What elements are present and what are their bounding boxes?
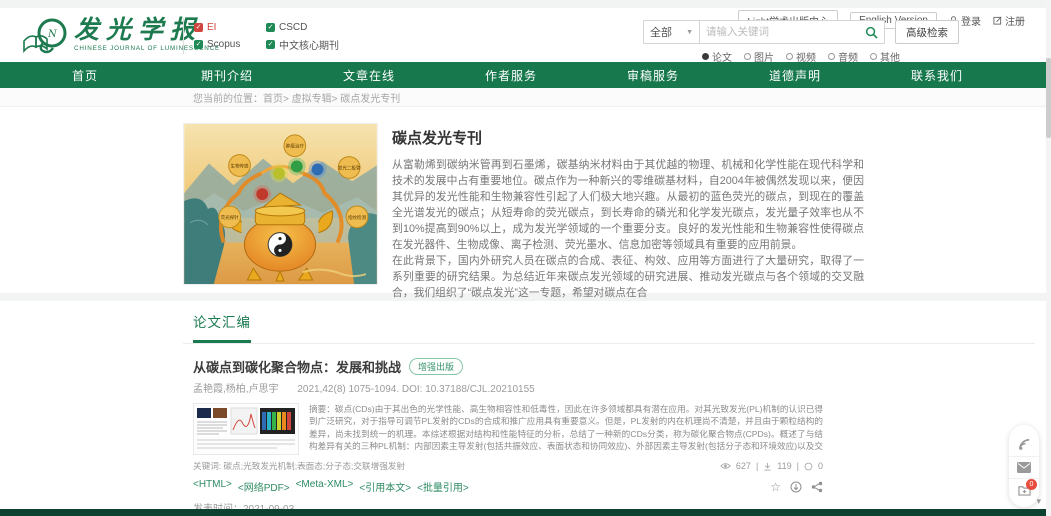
article-thumbnail[interactable] [193,403,299,455]
badge-cscd[interactable]: ✓CSCD [266,19,339,36]
header-divider [183,18,184,54]
link-meta-xml[interactable]: <Meta-XML> [296,479,354,494]
chevron-down-icon: ▼ [686,29,693,36]
illustration-label-fluorescent-probe: 荧光探针 [221,214,240,221]
article-actions: ☆ [770,481,823,493]
badge-scopus[interactable]: ✓Scopus [194,36,252,53]
rss-icon [1018,438,1031,451]
nav-contact-us[interactable]: 联系我们 [866,62,1008,88]
radio-dot-icon [870,53,877,60]
special-issue-title: 碳点发光专刊 [392,127,864,148]
radio-dot-icon [786,53,793,60]
collection-count-badge: 0 [1026,479,1037,490]
radio-dot-icon [828,53,835,60]
breadcrumb: 您当前的位置： 首页> 虚拟专辑> 碳点发光专刊 [0,88,1051,107]
nav-articles-online[interactable]: 文章在线 [298,62,440,88]
search-icon[interactable] [865,26,878,39]
breadcrumb-path[interactable]: 首页> 虚拟专辑> 碳点发光专刊 [263,90,400,105]
article-item: 从碳点到碳化聚合物点：发展和挑战 增强出版 孟艳霞,杨柏,卢思宇 2021,42… [193,357,823,515]
footer-top-strip [0,509,1051,516]
article-stats: 627 | 119 | 0 [720,461,823,471]
link-batch-cite[interactable]: <批量引用> [417,479,469,494]
header: Light学术出版中心 English Version 登录 注册 N 发光学报 [0,8,1051,62]
article-meta: 孟艳霞,杨柏,卢思宇 2021,42(8) 1075-1094. DOI: 10… [193,380,823,395]
downloads-count: 119 [777,461,791,471]
enhanced-publication-badge: 增强出版 [409,358,463,375]
collection-button[interactable]: 0 [1009,478,1039,501]
link-cite-this[interactable]: <引用本文> [359,479,411,494]
nav-ethics-statement[interactable]: 道德声明 [724,62,866,88]
share-icon[interactable] [811,481,823,493]
illustration-label-tumor-therapy: 肿瘤治疗 [286,143,305,150]
illustration-label-biosensing: 生物传感 [230,162,249,169]
checkbox-green-icon: ✓ [194,40,203,49]
article-pub-info: 2021,42(8) 1075-1094. DOI: 10.37188/CJL.… [297,384,534,395]
nav-author-services[interactable]: 作者服务 [440,62,582,88]
article-keywords: 关键词: 碳点;光致发光机制;表面态;分子态;交联增强发射 [193,460,405,472]
link-html[interactable]: <HTML> [193,479,232,494]
article-links: <HTML> <网络PDF> <Meta-XML> <引用本文> <批量引用> [193,479,469,494]
svg-text:N: N [47,29,58,40]
checkbox-green-icon: ✓ [266,23,275,32]
article-abstract: 摘要：碳点(CDs)由于其出色的光学性能、高生物相容性和低毒性，因此在许多领域都… [309,403,823,453]
nav-journal-intro[interactable]: 期刊介绍 [156,62,298,88]
paper-compilation-section: 论文汇编 从碳点到碳化聚合物点：发展和挑战 增强出版 孟艳霞,杨柏,卢思宇 20… [0,301,1051,516]
breadcrumb-label: 您当前的位置： [193,90,263,105]
views-count: 627 [736,461,751,471]
section-tabs: 论文汇编 [183,311,1035,344]
special-issue-paragraph-2: 在此背景下，国内外研究人员在碳点的合成、表征、构效、应用等方面进行了大量研究，取… [392,253,864,301]
illustration-label-led: 发光二极管 [338,164,361,171]
special-issue-text: 碳点发光专刊 从富勒烯到碳纳米管再到石墨烯，碳基纳米材料由于其优越的物理、机械和… [392,127,864,329]
download-circle-icon[interactable] [790,481,802,493]
nav-home[interactable]: 首页 [14,62,156,88]
special-issue-cover-image: 肿瘤治疗 生物传感 发光二极管 荧光探针 指纹检测 [183,123,378,285]
special-issue-paragraph-1: 从富勒烯到碳纳米管再到石墨烯，碳基纳米材料由于其优越的物理、机械和化学性能在现代… [392,157,864,253]
search-box [699,20,885,44]
search-zone: 全部▼ 高级检索 论文 图片 视频 音频 其他 [643,20,959,64]
radio-dot-icon [744,53,751,60]
checkbox-red-icon: ✓ [194,23,203,32]
badge-core-journal[interactable]: ✓中文核心期刊 [266,36,339,53]
link-web-pdf[interactable]: <网络PDF> [238,479,290,494]
comments-count: 0 [818,461,823,471]
nav-review-services[interactable]: 审稿服务 [582,62,724,88]
scrollbar-thumb[interactable] [1046,58,1051,138]
page-scrollbar [1046,0,1051,516]
index-badges: ✓EI ✓CSCD ✓Scopus ✓中文核心期刊 [194,19,339,53]
floating-toolbar: 0 [1009,425,1039,507]
journal-logo-icon: N [20,15,70,62]
search-category-select[interactable]: 全部▼ [643,20,699,44]
checkbox-green-icon: ✓ [266,40,275,49]
collapse-arrow-icon[interactable]: ▾ [1036,496,1041,507]
mail-icon [1017,462,1031,473]
article-title[interactable]: 从碳点到碳化聚合物点：发展和挑战 [193,357,401,376]
main-nav: 首页 期刊介绍 文章在线 作者服务 审稿服务 道德声明 联系我们 [0,62,1051,88]
favorite-star-icon[interactable]: ☆ [770,481,781,493]
special-issue-hero: 肿瘤治疗 生物传感 发光二极管 荧光探针 指纹检测 碳点发光专刊 从富勒烯到碳纳… [0,107,1051,293]
tab-paper-compilation[interactable]: 论文汇编 [193,311,251,343]
advanced-search-button[interactable]: 高级检索 [895,20,959,44]
journal-homepage: Light学术出版中心 English Version 登录 注册 N 发光学报 [0,0,1051,516]
radio-dot-icon [702,53,709,60]
illustration-label-fingerprint: 指纹检测 [348,214,367,221]
comments-icon [804,462,813,471]
article-authors[interactable]: 孟艳霞,杨柏,卢思宇 [193,384,279,395]
register-link[interactable]: 注册 [993,13,1025,28]
badge-ei[interactable]: ✓EI [194,19,252,36]
register-icon [993,16,1002,25]
downloads-icon [763,462,772,471]
rss-button[interactable] [1009,433,1039,456]
email-button[interactable] [1009,456,1039,478]
search-input[interactable] [706,26,865,38]
views-icon [720,462,731,470]
